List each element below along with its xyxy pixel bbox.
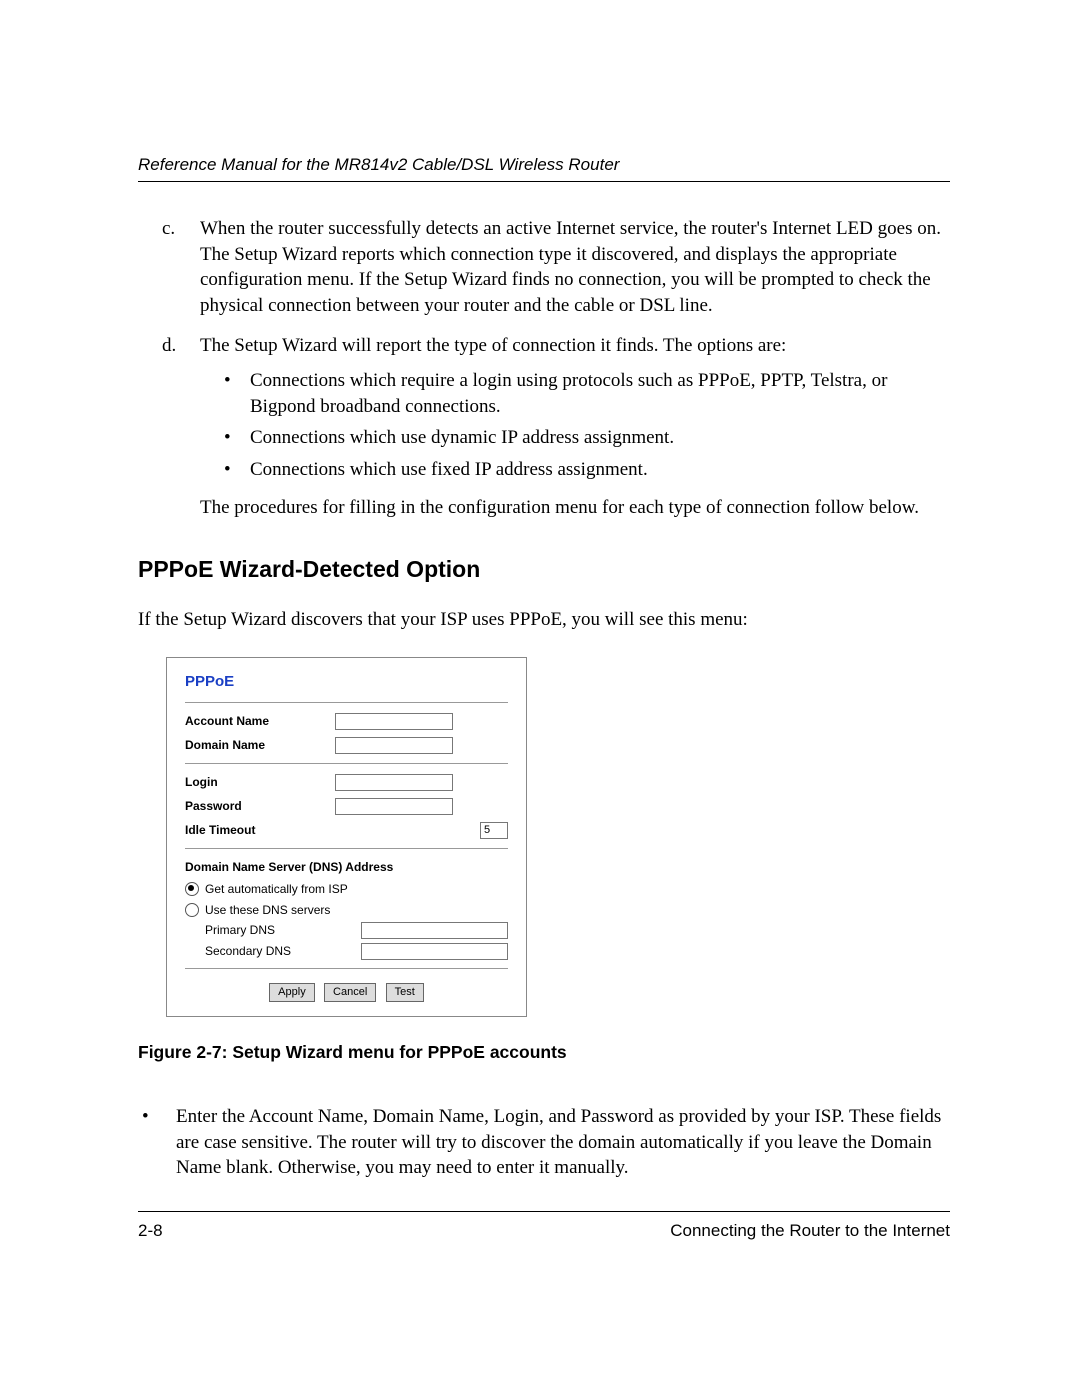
primary-dns-input[interactable] bbox=[361, 922, 508, 939]
secondary-dns-input[interactable] bbox=[361, 943, 508, 960]
cancel-button[interactable]: Cancel bbox=[324, 983, 376, 1002]
list-item-text: When the router successfully detects an … bbox=[200, 218, 941, 316]
divider bbox=[185, 848, 508, 849]
list-item-followup: The procedures for filling in the config… bbox=[200, 495, 950, 521]
idle-timeout-label: Idle Timeout bbox=[185, 822, 335, 838]
secondary-dns-label: Secondary DNS bbox=[205, 943, 361, 959]
login-input[interactable] bbox=[335, 774, 453, 791]
dns-heading: Domain Name Server (DNS) Address bbox=[185, 859, 393, 875]
dns-use-label: Use these DNS servers bbox=[205, 902, 330, 918]
domain-name-input[interactable] bbox=[335, 737, 453, 754]
bullet-item: Connections which use dynamic IP address… bbox=[224, 425, 950, 451]
bullet-item: Connections which require a login using … bbox=[224, 368, 950, 419]
page-footer: 2-8 Connecting the Router to the Interne… bbox=[138, 1220, 950, 1243]
domain-name-label: Domain Name bbox=[185, 737, 335, 753]
list-item-d: d. The Setup Wizard will report the type… bbox=[162, 333, 950, 521]
bullet-item: Connections which use fixed IP address a… bbox=[224, 457, 950, 483]
apply-button[interactable]: Apply bbox=[269, 983, 315, 1002]
dns-auto-label: Get automatically from ISP bbox=[205, 881, 348, 897]
idle-timeout-input[interactable]: 5 bbox=[480, 822, 508, 839]
section-heading: PPPoE Wizard-Detected Option bbox=[138, 554, 950, 585]
pppoe-title: PPPoE bbox=[185, 672, 508, 692]
account-name-input[interactable] bbox=[335, 713, 453, 730]
radio-icon bbox=[185, 882, 199, 896]
bullet-list: Connections which require a login using … bbox=[200, 368, 950, 483]
password-input[interactable] bbox=[335, 798, 453, 815]
button-row: Apply Cancel Test bbox=[185, 983, 508, 1002]
page-number: 2-8 bbox=[138, 1220, 163, 1243]
divider bbox=[185, 702, 508, 703]
test-button[interactable]: Test bbox=[386, 983, 424, 1002]
password-label: Password bbox=[185, 798, 335, 814]
divider bbox=[185, 968, 508, 969]
figure-caption: Figure 2-7: Setup Wizard menu for PPPoE … bbox=[138, 1041, 950, 1065]
list-marker: c. bbox=[162, 216, 175, 242]
list-marker: d. bbox=[162, 333, 176, 359]
list-item-text: The Setup Wizard will report the type of… bbox=[200, 335, 786, 356]
primary-dns-label: Primary DNS bbox=[205, 922, 361, 938]
dns-auto-option[interactable]: Get automatically from ISP bbox=[185, 881, 508, 897]
section-intro: If the Setup Wizard discovers that your … bbox=[138, 607, 950, 633]
instruction-item: Enter the Account Name, Domain Name, Log… bbox=[138, 1104, 950, 1181]
pppoe-config-panel: PPPoE Account Name Domain Name Login Pas… bbox=[166, 657, 527, 1016]
running-header: Reference Manual for the MR814v2 Cable/D… bbox=[138, 155, 950, 182]
radio-icon bbox=[185, 903, 199, 917]
account-name-label: Account Name bbox=[185, 713, 335, 729]
chapter-title: Connecting the Router to the Internet bbox=[670, 1220, 950, 1243]
login-label: Login bbox=[185, 774, 335, 790]
list-item-c: c. When the router successfully detects … bbox=[162, 216, 950, 319]
ordered-list: c. When the router successfully detects … bbox=[138, 216, 950, 520]
divider bbox=[185, 763, 508, 764]
instruction-list: Enter the Account Name, Domain Name, Log… bbox=[138, 1104, 950, 1181]
dns-manual-option[interactable]: Use these DNS servers bbox=[185, 902, 508, 918]
footer-rule bbox=[138, 1211, 950, 1212]
